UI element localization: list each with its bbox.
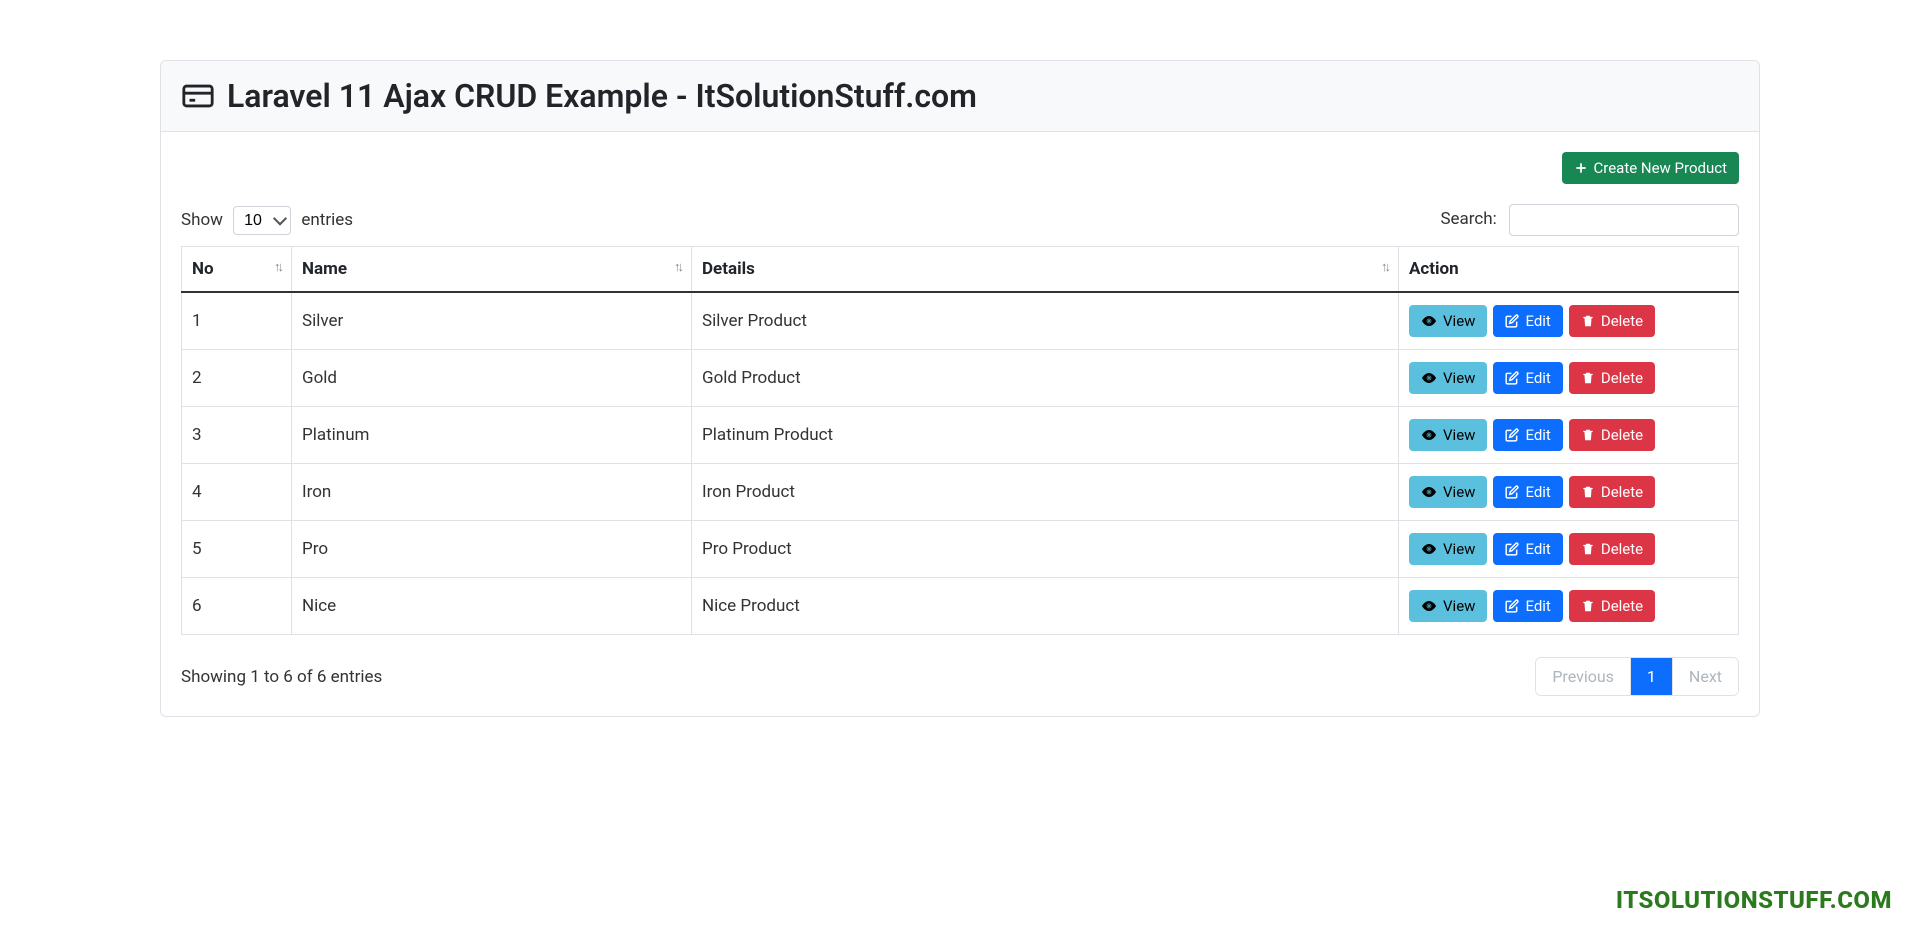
edit-button[interactable]: Edit bbox=[1493, 476, 1562, 508]
edit-button[interactable]: Edit bbox=[1493, 362, 1562, 394]
trash-icon bbox=[1581, 371, 1595, 385]
delete-button[interactable]: Delete bbox=[1569, 419, 1655, 451]
col-header-action: Action bbox=[1399, 247, 1739, 293]
cell-no: 6 bbox=[182, 578, 292, 635]
trash-icon bbox=[1581, 485, 1595, 499]
trash-icon bbox=[1581, 428, 1595, 442]
delete-button[interactable]: Delete bbox=[1569, 476, 1655, 508]
page-title-text: Laravel 11 Ajax CRUD Example - ItSolutio… bbox=[227, 77, 977, 115]
cell-details: Iron Product bbox=[692, 464, 1399, 521]
view-button[interactable]: View bbox=[1409, 533, 1487, 565]
pagination: Previous 1 Next bbox=[1535, 657, 1739, 696]
cell-name: Nice bbox=[292, 578, 692, 635]
length-prefix: Show bbox=[181, 210, 223, 230]
edit-button[interactable]: Edit bbox=[1493, 590, 1562, 622]
cell-no: 2 bbox=[182, 350, 292, 407]
cell-no: 3 bbox=[182, 407, 292, 464]
view-button[interactable]: View bbox=[1409, 362, 1487, 394]
create-product-label: Create New Product bbox=[1594, 159, 1728, 177]
products-table: No Name Details Action 1SilverSilver Pro… bbox=[181, 246, 1739, 635]
eye-icon bbox=[1421, 598, 1437, 614]
card-body: Create New Product Show 10 entries Searc… bbox=[161, 132, 1759, 716]
length-suffix: entries bbox=[301, 210, 353, 230]
cell-action: ViewEditDelete bbox=[1399, 407, 1739, 464]
edit-icon bbox=[1505, 314, 1519, 328]
edit-icon bbox=[1505, 485, 1519, 499]
page-title: Laravel 11 Ajax CRUD Example - ItSolutio… bbox=[181, 77, 1739, 115]
cell-action: ViewEditDelete bbox=[1399, 521, 1739, 578]
cell-details: Gold Product bbox=[692, 350, 1399, 407]
delete-button[interactable]: Delete bbox=[1569, 362, 1655, 394]
cell-name: Silver bbox=[292, 292, 692, 350]
cell-action: ViewEditDelete bbox=[1399, 292, 1739, 350]
trash-icon bbox=[1581, 599, 1595, 613]
cell-action: ViewEditDelete bbox=[1399, 350, 1739, 407]
col-header-no[interactable]: No bbox=[182, 247, 292, 293]
table-row: 2GoldGold ProductViewEditDelete bbox=[182, 350, 1739, 407]
cell-name: Iron bbox=[292, 464, 692, 521]
cell-no: 1 bbox=[182, 292, 292, 350]
table-row: 5ProPro ProductViewEditDelete bbox=[182, 521, 1739, 578]
cell-name: Pro bbox=[292, 521, 692, 578]
create-product-button[interactable]: Create New Product bbox=[1562, 152, 1740, 184]
view-button[interactable]: View bbox=[1409, 419, 1487, 451]
card-header: Laravel 11 Ajax CRUD Example - ItSolutio… bbox=[161, 61, 1759, 132]
plus-icon bbox=[1574, 161, 1588, 175]
edit-icon bbox=[1505, 371, 1519, 385]
cell-action: ViewEditDelete bbox=[1399, 464, 1739, 521]
search-input[interactable] bbox=[1509, 204, 1739, 236]
col-header-name[interactable]: Name bbox=[292, 247, 692, 293]
trash-icon bbox=[1581, 542, 1595, 556]
page-next[interactable]: Next bbox=[1672, 658, 1738, 695]
page-1[interactable]: 1 bbox=[1630, 658, 1672, 695]
edit-icon bbox=[1505, 428, 1519, 442]
view-button[interactable]: View bbox=[1409, 590, 1487, 622]
entries-select[interactable]: 10 bbox=[233, 206, 291, 235]
table-row: 4IronIron ProductViewEditDelete bbox=[182, 464, 1739, 521]
trash-icon bbox=[1581, 314, 1595, 328]
page-previous[interactable]: Previous bbox=[1536, 658, 1630, 695]
cell-details: Silver Product bbox=[692, 292, 1399, 350]
table-info: Showing 1 to 6 of 6 entries bbox=[181, 667, 382, 687]
eye-icon bbox=[1421, 370, 1437, 386]
delete-button[interactable]: Delete bbox=[1569, 533, 1655, 565]
delete-button[interactable]: Delete bbox=[1569, 590, 1655, 622]
cell-details: Platinum Product bbox=[692, 407, 1399, 464]
cell-name: Gold bbox=[292, 350, 692, 407]
card-icon bbox=[181, 79, 215, 113]
delete-button[interactable]: Delete bbox=[1569, 305, 1655, 337]
edit-icon bbox=[1505, 599, 1519, 613]
table-row: 6NiceNice ProductViewEditDelete bbox=[182, 578, 1739, 635]
edit-button[interactable]: Edit bbox=[1493, 419, 1562, 451]
search-control: Search: bbox=[1440, 204, 1739, 236]
table-row: 1SilverSilver ProductViewEditDelete bbox=[182, 292, 1739, 350]
card: Laravel 11 Ajax CRUD Example - ItSolutio… bbox=[160, 60, 1760, 717]
eye-icon bbox=[1421, 541, 1437, 557]
eye-icon bbox=[1421, 313, 1437, 329]
col-header-details[interactable]: Details bbox=[692, 247, 1399, 293]
cell-details: Nice Product bbox=[692, 578, 1399, 635]
cell-action: ViewEditDelete bbox=[1399, 578, 1739, 635]
edit-button[interactable]: Edit bbox=[1493, 305, 1562, 337]
cell-no: 4 bbox=[182, 464, 292, 521]
cell-name: Platinum bbox=[292, 407, 692, 464]
cell-no: 5 bbox=[182, 521, 292, 578]
view-button[interactable]: View bbox=[1409, 305, 1487, 337]
search-label: Search: bbox=[1440, 209, 1496, 229]
cell-details: Pro Product bbox=[692, 521, 1399, 578]
eye-icon bbox=[1421, 484, 1437, 500]
edit-icon bbox=[1505, 542, 1519, 556]
length-control: Show 10 entries bbox=[181, 206, 353, 235]
watermark: ITSOLUTIONSTUFF.COM bbox=[1616, 886, 1892, 914]
table-row: 3PlatinumPlatinum ProductViewEditDelete bbox=[182, 407, 1739, 464]
view-button[interactable]: View bbox=[1409, 476, 1487, 508]
edit-button[interactable]: Edit bbox=[1493, 533, 1562, 565]
eye-icon bbox=[1421, 427, 1437, 443]
